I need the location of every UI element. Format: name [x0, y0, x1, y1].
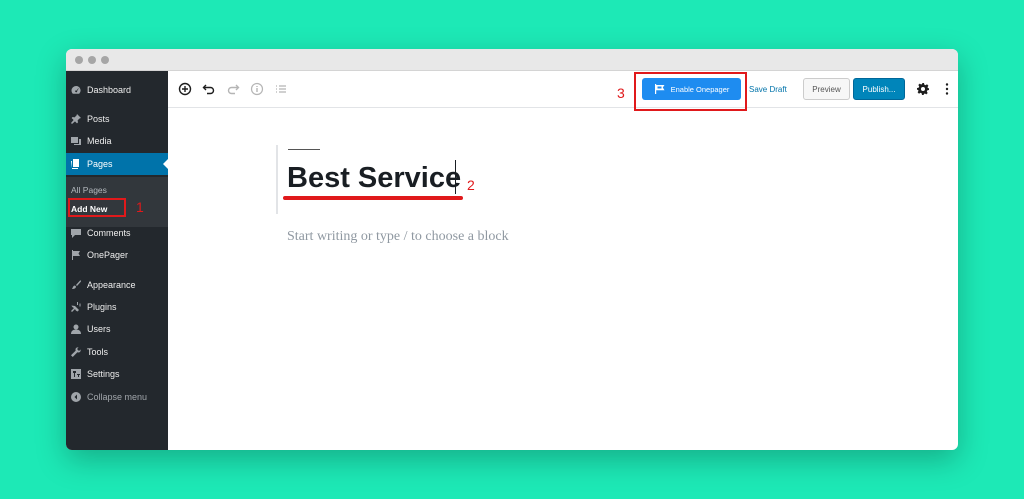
settings-icon [70, 369, 81, 380]
sidebar-item-dashboard[interactable]: Dashboard [66, 79, 168, 101]
sidebar-item-comments[interactable]: Comments [66, 222, 168, 244]
admin-sidebar: Dashboard Posts Media Pages All Pages Ad… [66, 71, 168, 450]
wrench-icon [70, 347, 81, 358]
sidebar-item-media[interactable]: Media [66, 130, 168, 152]
window-dot-minimize[interactable] [88, 56, 96, 64]
browser-window: Dashboard Posts Media Pages All Pages Ad… [66, 49, 958, 450]
page-title-input[interactable]: Best Service [287, 162, 461, 195]
sidebar-item-settings[interactable]: Settings [66, 363, 168, 385]
add-block-icon[interactable] [178, 82, 192, 96]
sidebar-item-label: Plugins [87, 302, 117, 312]
window-titlebar [66, 49, 958, 71]
sidebar-item-label: OnePager [87, 250, 129, 260]
editor-toolbar: Enable Onepager Save Draft Preview Publi… [168, 71, 958, 108]
collapse-menu-label: Collapse menu [87, 392, 148, 402]
more-options-icon[interactable] [940, 82, 954, 96]
pages-icon [70, 159, 81, 170]
list-view-icon[interactable] [274, 82, 288, 96]
window-dot-close[interactable] [75, 56, 83, 64]
undo-icon[interactable] [202, 82, 216, 96]
sidebar-item-label: Tools [87, 347, 109, 357]
sidebar-item-label: Dashboard [87, 85, 132, 95]
sidebar-item-label: Pages [87, 159, 113, 169]
info-icon[interactable] [250, 82, 264, 96]
block-placeholder[interactable]: Start writing or type / to choose a bloc… [287, 229, 509, 245]
sidebar-item-plugins[interactable]: Plugins [66, 296, 168, 318]
sidebar-item-label: Media [87, 136, 112, 146]
sidebar-item-label: Posts [87, 114, 110, 124]
annotation-box-add-new [68, 198, 126, 217]
sidebar-item-posts[interactable]: Posts [66, 108, 168, 130]
sidebar-item-users[interactable]: Users [66, 318, 168, 340]
user-icon [70, 324, 81, 335]
text-caret [455, 160, 456, 194]
submenu-all-pages[interactable]: All Pages [71, 185, 107, 195]
sidebar-item-label: Comments [87, 228, 131, 238]
collapse-icon [70, 392, 81, 403]
preview-button[interactable]: Preview [803, 78, 850, 100]
pin-icon [70, 114, 81, 125]
sidebar-item-onepager[interactable]: OnePager [66, 244, 168, 266]
plug-icon [70, 302, 81, 313]
sidebar-item-label: Settings [87, 369, 120, 379]
onepager-icon [70, 250, 81, 261]
sidebar-item-pages[interactable]: Pages [66, 153, 168, 175]
publish-button[interactable]: Publish... [853, 78, 905, 100]
sidebar-item-appearance[interactable]: Appearance [66, 274, 168, 296]
annotation-number-2: 2 [467, 177, 475, 193]
title-toolbar-rule [288, 149, 320, 150]
comment-icon [70, 228, 81, 239]
annotation-number-3: 3 [617, 85, 625, 101]
annotation-underline-title [283, 196, 463, 200]
save-draft-button[interactable]: Save Draft [749, 85, 787, 94]
media-icon [70, 136, 81, 147]
dashboard-icon [70, 85, 81, 96]
editor-canvas: Best Service Start writing or type / to … [168, 108, 958, 450]
title-block-border [276, 145, 278, 214]
brush-icon [70, 280, 81, 291]
sidebar-item-label: Users [87, 324, 111, 334]
collapse-menu-button[interactable]: Collapse menu [66, 386, 168, 408]
redo-icon[interactable] [226, 82, 240, 96]
sidebar-item-tools[interactable]: Tools [66, 341, 168, 363]
settings-gear-icon[interactable] [916, 82, 930, 96]
annotation-box-onepager [634, 72, 747, 111]
window-dot-maximize[interactable] [101, 56, 109, 64]
sidebar-item-label: Appearance [87, 280, 136, 290]
annotation-number-1: 1 [136, 199, 144, 215]
